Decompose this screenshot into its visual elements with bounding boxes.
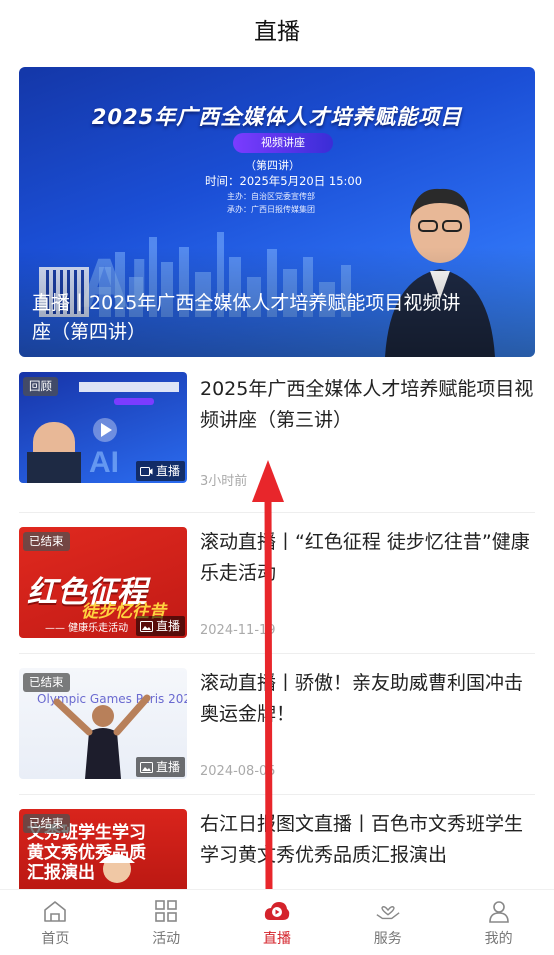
- hero-banner-lecture: （第四讲）: [245, 159, 300, 172]
- grid-icon: [153, 898, 179, 924]
- live-badge-label: 直播: [155, 619, 180, 633]
- list-item[interactable]: AI 回顾 直播 2025年广西全媒体人才培养赋能项目视频讲座（第三讲） 3小时…: [19, 372, 535, 513]
- hero-banner-title: 2025年广西全媒体人才培养赋能项目: [91, 105, 463, 129]
- nav-item-live[interactable]: 直播: [222, 890, 333, 955]
- hero-banner-sub: 视频讲座: [233, 133, 333, 153]
- image-icon: [139, 761, 153, 773]
- nav-item-home[interactable]: 首页: [0, 890, 111, 955]
- thumbnail: 红色征程 徒步忆往昔 —— 健康乐走活动 已结束 直播: [19, 527, 187, 638]
- nav-item-service[interactable]: 服务: [332, 890, 443, 955]
- svg-text:AI: AI: [89, 446, 119, 479]
- video-icon: [139, 466, 153, 476]
- item-time: 2024-08-05: [200, 764, 276, 779]
- nav-item-activity[interactable]: 活动: [111, 890, 222, 955]
- header: 直播: [0, 0, 554, 58]
- item-title: 滚动直播丨骄傲！亲友助威曹利国冲击奥运金牌！: [200, 672, 524, 725]
- live-list: AI 回顾 直播 2025年广西全媒体人才培养赋能项目视频讲座（第三讲） 3小时…: [19, 372, 535, 936]
- nav-label: 服务: [373, 930, 402, 947]
- item-time: 3小时前: [200, 474, 248, 489]
- service-icon: [375, 898, 401, 924]
- user-icon: [486, 898, 512, 924]
- bottom-nav: 首页 活动 直播 服务 我的: [0, 889, 554, 955]
- nav-label: 首页: [41, 930, 70, 947]
- hero-caption: 直播丨2025年广西全媒体人才培养赋能项目视频讲座（第四讲）: [32, 292, 461, 343]
- live-badge-label: 直播: [155, 760, 180, 774]
- item-title: 2025年广西全媒体人才培养赋能项目视频讲座（第三讲）: [200, 378, 534, 431]
- home-icon: [42, 898, 68, 924]
- live-badge: 直播: [135, 461, 185, 481]
- hero-banner-org: 承办：广西日报传媒集团: [227, 205, 315, 214]
- item-title: 滚动直播丨“红色征程 徒步忆往昔”健康乐走活动: [200, 531, 530, 584]
- thumbnail: Olympic Games Paris 2024 已结束 直播: [19, 668, 187, 779]
- list-item[interactable]: 红色征程 徒步忆往昔 —— 健康乐走活动 已结束 直播 滚动直播丨“红色征程 徒…: [19, 513, 535, 654]
- nav-label: 活动: [152, 930, 181, 947]
- nav-item-mine[interactable]: 我的: [443, 890, 554, 955]
- live-badge: 直播: [135, 757, 185, 777]
- status-tag: 已结束: [23, 814, 70, 833]
- page-title: 直播: [254, 19, 300, 45]
- list-item[interactable]: Olympic Games Paris 2024 已结束 直播 滚动直播丨骄傲！…: [19, 654, 535, 795]
- item-time: 2024-11-19: [200, 623, 276, 638]
- status-tag: 已结束: [23, 673, 70, 692]
- thumbnail-footer: —— 健康乐走活动: [45, 623, 129, 634]
- image-icon: [139, 620, 153, 632]
- nav-label: 直播: [262, 930, 291, 947]
- live-badge-label: 直播: [155, 464, 180, 478]
- hero-card[interactable]: 2025年广西全媒体人才培养赋能项目 视频讲座 （第四讲） 时间：2025年5月…: [19, 67, 535, 357]
- thumbnail: AI 回顾 直播: [19, 372, 187, 483]
- hero-banner-host: 主办：自治区党委宣传部: [227, 192, 315, 201]
- hero-banner-time: 时间：2025年5月20日 15:00: [205, 174, 363, 188]
- status-tag: 已结束: [23, 532, 70, 551]
- live-icon: [264, 898, 290, 924]
- item-title: 右江日报图文直播丨百色市文秀班学生学习黄文秀优秀品质汇报演出: [200, 813, 524, 866]
- live-badge: 直播: [135, 616, 185, 636]
- nav-label: 我的: [484, 930, 513, 947]
- status-tag: 回顾: [23, 377, 58, 396]
